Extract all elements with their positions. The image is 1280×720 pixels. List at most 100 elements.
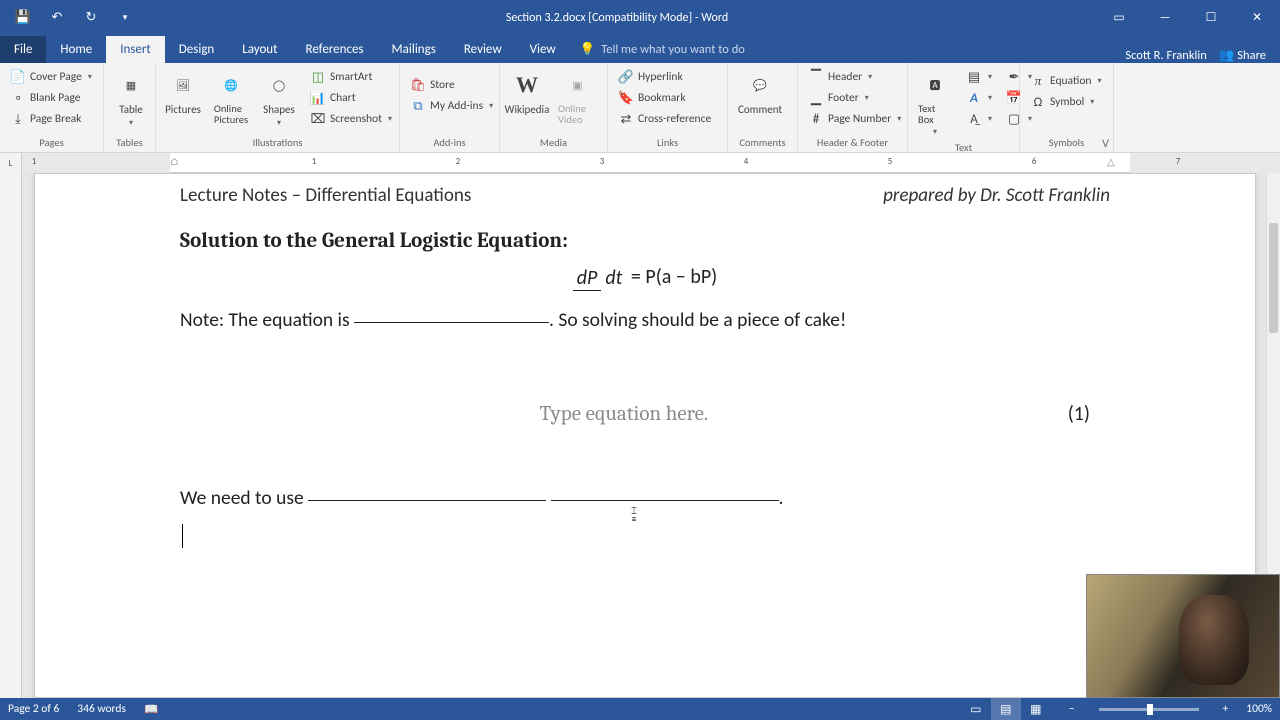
share-button[interactable]: 👥 Share [1219, 48, 1266, 63]
quick-parts-button[interactable]: ▤ [960, 67, 998, 87]
page-number-button[interactable]: # Page Number [802, 109, 907, 129]
tab-file[interactable]: File [0, 36, 46, 63]
undo-icon[interactable]: ↶ [44, 5, 70, 31]
right-indent-marker-icon[interactable]: △ [1107, 155, 1115, 168]
tab-layout[interactable]: Layout [228, 36, 291, 63]
equation-icon: π [1030, 73, 1046, 89]
page-header-left: Lecture Notes – Differential Equations [180, 184, 471, 207]
zoom-thumb[interactable] [1147, 704, 1153, 715]
scrollbar-thumb[interactable] [1269, 223, 1278, 333]
ruler-tick: 5 [888, 156, 893, 167]
status-words[interactable]: 346 words [77, 702, 126, 716]
wikipedia-label: Wikipedia [505, 103, 550, 116]
online-pictures-icon: 🌐 [215, 69, 247, 101]
wikipedia-button[interactable]: WWikipedia [504, 65, 550, 120]
cross-reference-button[interactable]: ⇄ Cross-reference [612, 109, 717, 129]
tab-design[interactable]: Design [165, 36, 228, 63]
shapes-button[interactable]: ◯Shapes▾ [256, 65, 302, 132]
horizontal-ruler[interactable]: L ⌂ △ 1 1 2 3 4 5 6 7 [0, 153, 1280, 173]
equation-placeholder[interactable]: Type equation here. [180, 402, 1068, 426]
drop-cap-button[interactable]: A̲ [960, 109, 998, 129]
need-post: . [779, 486, 784, 510]
hyperlink-label: Hyperlink [638, 70, 683, 84]
user-name[interactable]: Scott R. Franklin [1125, 48, 1207, 63]
wordart-button[interactable]: A [960, 88, 998, 108]
page-number-icon: # [808, 111, 824, 127]
lightbulb-icon: 💡 [580, 42, 596, 57]
cover-page-button[interactable]: 📄Cover Page [4, 67, 98, 87]
header-button[interactable]: ▔Header [802, 67, 907, 87]
tell-me-label: Tell me what you want to do [601, 42, 745, 57]
status-bar: Page 2 of 6 346 words 📖 ▭ ▤ ▦ − + 100% [0, 698, 1280, 720]
print-layout-icon[interactable]: ▤ [991, 698, 1021, 720]
bookmark-label: Bookmark [638, 91, 686, 105]
blank-page-button[interactable]: ▫ Blank Page [4, 88, 98, 108]
ribbon-display-icon[interactable]: ▭ [1096, 0, 1142, 35]
share-label: Share [1237, 48, 1266, 63]
symbol-icon: Ω [1030, 94, 1046, 110]
save-icon[interactable]: 💾 [10, 5, 36, 31]
qat-customize-icon[interactable]: ▾ [112, 5, 138, 31]
screenshot-button[interactable]: ⌧Screenshot [304, 109, 398, 129]
symbol-button[interactable]: Ω Symbol [1024, 92, 1107, 112]
blank-page-icon: ▫ [10, 90, 26, 106]
tell-me-search[interactable]: 💡 Tell me what you want to do [570, 36, 755, 63]
zoom-in-icon[interactable]: + [1223, 702, 1229, 716]
web-layout-icon[interactable]: ▦ [1021, 698, 1051, 720]
online-pictures-button[interactable]: 🌐Online Pictures [208, 65, 254, 129]
page-break-button[interactable]: ⤓Page Break [4, 109, 98, 129]
tab-review[interactable]: Review [450, 36, 516, 63]
header-icon: ▔ [808, 69, 824, 85]
vertical-ruler[interactable] [0, 173, 22, 698]
store-button[interactable]: 🛍Store [404, 75, 499, 95]
cross-ref-icon: ⇄ [618, 111, 634, 127]
tab-insert[interactable]: Insert [106, 36, 165, 63]
tab-view[interactable]: View [516, 36, 570, 63]
ruler-tick: 6 [1032, 156, 1037, 167]
collapse-ribbon-icon[interactable]: ᐯ [1102, 137, 1109, 150]
chart-label: Chart [330, 91, 356, 105]
table-button[interactable]: ▦ Table ▾ [108, 65, 154, 132]
blank-page-label: Blank Page [30, 91, 81, 105]
minimize-icon[interactable]: — [1142, 0, 1188, 35]
maximize-icon[interactable]: ☐ [1188, 0, 1234, 35]
addins-icon: ⧉ [410, 98, 426, 114]
my-addins-button[interactable]: ⧉My Add-ins [404, 96, 499, 116]
group-pages-label: Pages [4, 136, 99, 152]
need-pre: We need to use [180, 486, 308, 510]
hyperlink-button[interactable]: 🔗Hyperlink [612, 67, 717, 87]
note-pre: Note: The equation is [180, 308, 354, 332]
comment-button[interactable]: 💬Comment [732, 65, 788, 120]
text-box-button[interactable]: 🅰Text Box▾ [912, 65, 958, 141]
mouse-ibeam-icon: ⌶ ≡ [631, 506, 637, 524]
online-video-button: ▣Online Video [552, 65, 603, 129]
note-line: Note: The equation is . So solving shoul… [180, 308, 1110, 332]
tab-selector[interactable]: L [0, 153, 22, 173]
close-icon[interactable]: ✕ [1234, 0, 1280, 35]
pictures-label: Pictures [165, 103, 201, 116]
text-box-label: Text Box [918, 103, 952, 125]
cross-ref-label: Cross-reference [638, 112, 711, 126]
tab-mailings[interactable]: Mailings [378, 36, 450, 63]
zoom-level[interactable]: 100% [1246, 702, 1272, 716]
tab-home[interactable]: Home [46, 36, 106, 63]
equation-button[interactable]: πEquation [1024, 71, 1107, 91]
ribbon-tabs: File Home Insert Design Layout Reference… [0, 35, 1280, 63]
status-page[interactable]: Page 2 of 6 [8, 702, 59, 716]
smartart-button[interactable]: ◫SmartArt [304, 67, 398, 87]
chart-button[interactable]: 📊Chart [304, 88, 398, 108]
group-comments-label: Comments [732, 136, 793, 152]
redo-icon[interactable]: ↻ [78, 5, 104, 31]
zoom-out-icon[interactable]: − [1069, 702, 1075, 716]
footer-button[interactable]: ▁Footer [802, 88, 907, 108]
tab-references[interactable]: References [292, 36, 378, 63]
symbol-label: Symbol [1050, 95, 1084, 109]
read-mode-icon[interactable]: ▭ [961, 698, 991, 720]
pictures-button[interactable]: 🖼Pictures [160, 65, 206, 120]
proofing-icon[interactable]: 📖 [144, 702, 158, 717]
bookmark-button[interactable]: 🔖Bookmark [612, 88, 717, 108]
page-number-label: Page Number [828, 112, 891, 126]
zoom-slider[interactable] [1099, 708, 1199, 711]
indent-marker-icon[interactable]: ⌂ [170, 155, 179, 168]
document-page[interactable]: Lecture Notes – Differential Equations p… [34, 173, 1256, 698]
